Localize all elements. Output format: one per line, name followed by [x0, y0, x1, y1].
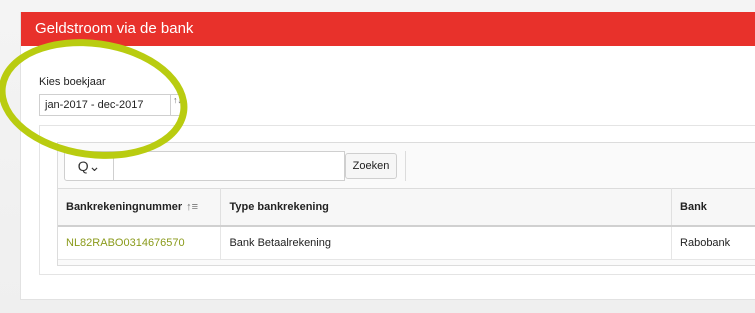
- fiscal-year-select[interactable]: jan-2017 - dec-2017 ↑↓: [39, 94, 185, 116]
- spinner-arrows-icon[interactable]: ↑↓: [170, 95, 184, 115]
- accounts-card: Q⌄ Zoeken Bankrekeningnummer ↑≡ Type bank…: [39, 125, 755, 275]
- column-header-account-number[interactable]: Bankrekeningnummer ↑≡: [58, 188, 222, 227]
- accounts-table-container: Q⌄ Zoeken Bankrekeningnummer ↑≡ Type bank…: [57, 142, 755, 266]
- search-input[interactable]: [114, 151, 345, 181]
- account-number-link[interactable]: NL82RABO0314676570: [66, 237, 185, 249]
- cell-account-number[interactable]: NL82RABO0314676570: [58, 225, 222, 260]
- table-header-row: Bankrekeningnummer ↑≡ Type bankrekening B…: [58, 188, 755, 227]
- search-options-dropdown[interactable]: Q⌄: [64, 151, 114, 181]
- table-row[interactable]: NL82RABO0314676570 Bank Betaalrekening R…: [58, 225, 755, 260]
- fiscal-year-value: jan-2017 - dec-2017: [45, 99, 144, 111]
- accounts-table: Bankrekeningnummer ↑≡ Type bankrekening B…: [58, 188, 755, 260]
- search-button[interactable]: Zoeken: [345, 153, 397, 179]
- panel-title: Geldstroom via de bank: [21, 12, 755, 46]
- cell-account-type: Bank Betaalrekening: [220, 225, 673, 260]
- search-icon: Q⌄: [77, 158, 101, 174]
- column-header-bank[interactable]: Bank: [671, 188, 755, 227]
- sort-ascending-icon[interactable]: ↑≡: [186, 201, 198, 213]
- bank-cashflow-panel: Geldstroom via de bank Kies boekjaar jan…: [20, 12, 755, 300]
- column-header-account-type[interactable]: Type bankrekening: [220, 188, 673, 227]
- toolbar-divider: [405, 151, 406, 181]
- fiscal-year-label: Kies boekjaar: [39, 76, 106, 88]
- cell-bank: Rabobank: [671, 225, 755, 260]
- column-header-label: Bankrekeningnummer: [66, 200, 183, 213]
